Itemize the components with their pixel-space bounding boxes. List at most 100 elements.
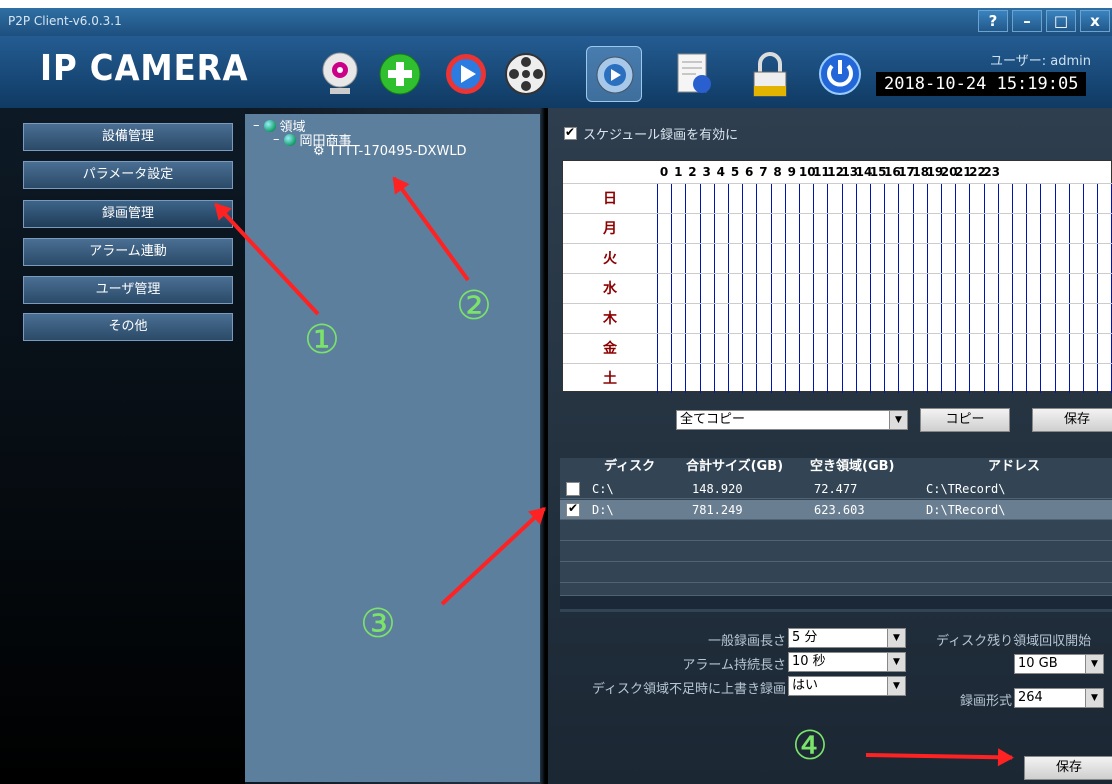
lock-icon[interactable] (742, 46, 798, 102)
day-label: 金 (563, 333, 657, 363)
day-label: 日 (563, 183, 657, 213)
chevron-down-icon: ▼ (887, 653, 905, 671)
help-button[interactable]: ? (978, 10, 1008, 32)
grid-vline (884, 183, 886, 393)
grid-vline (770, 183, 772, 393)
grid-vline (1054, 183, 1056, 393)
tree-device[interactable]: ⚙ TTTT-170495-DXWLD (313, 144, 467, 159)
table-row[interactable]: D:\ 781.249 623.603 D:\TRecord\ (560, 500, 1112, 520)
chevron-down-icon: ▼ (889, 411, 907, 429)
normal-length-select[interactable]: 5 分 ▼ (788, 628, 906, 648)
nav-alarm-linkage[interactable]: アラーム連動 (23, 238, 233, 266)
grid-vline (713, 183, 715, 393)
device-tree: – 領域 – 岡田商事 ⚙ TTTT-170495-DXWLD (245, 114, 540, 782)
disk-table: ディスク 合計サイズ(GB) 空き領域(GB) アドレス C:\ 148.920… (560, 458, 1112, 612)
chevron-down-icon: ▼ (1085, 689, 1103, 707)
film-reel-icon[interactable] (498, 46, 554, 102)
format-label: 録画形式 (959, 694, 1012, 709)
nav-user-management[interactable]: ユーザ管理 (23, 276, 233, 304)
nav-other[interactable]: その他 (23, 313, 233, 341)
grid-vline (685, 183, 687, 393)
table-row (560, 542, 1112, 562)
window-title: P2P Client-v6.0.3.1 (8, 14, 122, 28)
camera-device-icon: ⚙ (313, 144, 325, 159)
grid-vline (1012, 183, 1013, 393)
grid-vline (813, 183, 815, 393)
hour-label: 17 (898, 165, 915, 179)
add-icon[interactable] (372, 46, 428, 102)
hour-label: 0 (659, 165, 669, 179)
copy-select[interactable]: 全てコピー ▼ (676, 410, 908, 430)
grid-vline (898, 183, 900, 393)
grid-hline (657, 273, 1112, 274)
grid-vline (941, 183, 942, 393)
schedule-cells[interactable] (657, 183, 1112, 393)
schedule-enable[interactable]: スケジュール録画を有効に (564, 124, 738, 143)
datetime: 2018-10-24 15:19:05 (876, 72, 1087, 96)
overwrite-select[interactable]: はい ▼ (788, 676, 906, 696)
copy-button[interactable]: コピー (920, 408, 1010, 432)
nav-device-management[interactable]: 設備管理 (23, 123, 233, 151)
hour-label: 11 (813, 165, 830, 179)
alarm-length-select[interactable]: 10 秒 ▼ (788, 652, 906, 672)
grid-vline (671, 183, 673, 393)
power-icon[interactable] (812, 46, 868, 102)
disk-checkbox[interactable] (566, 482, 580, 496)
grid-vline (742, 183, 744, 393)
settings-save-button[interactable]: 保存 (1024, 756, 1112, 780)
hour-label: 2 (688, 165, 697, 179)
nav-parameter-settings[interactable]: パラメータ設定 (23, 161, 233, 189)
chevron-down-icon: ▼ (1085, 655, 1103, 673)
maximize-button[interactable]: □ (1046, 10, 1076, 32)
grid-hline (657, 303, 1112, 304)
hour-label: 18 (912, 165, 930, 179)
camera-icon[interactable] (312, 46, 368, 102)
grid-vline (912, 183, 914, 393)
user-label: ユーザー: admin (990, 54, 1091, 69)
horizontal-scrollbar[interactable] (560, 595, 1112, 609)
disk-checkbox[interactable] (566, 501, 580, 517)
schedule-enable-checkbox[interactable] (564, 125, 577, 140)
close-button[interactable]: x (1080, 10, 1110, 32)
reclaim-select[interactable]: 10 GB ▼ (1014, 654, 1104, 674)
log-icon[interactable] (666, 46, 722, 102)
hour-label: 13 (841, 165, 859, 179)
play-icon[interactable] (438, 46, 494, 102)
hour-label: 19 (926, 165, 944, 179)
hour-label: 15 (869, 165, 887, 179)
grid-vline (870, 183, 871, 393)
normal-length-label: 一般録画長さ (707, 634, 786, 649)
grid-vline (657, 183, 658, 393)
grid-vline (926, 183, 928, 393)
hour-label: 5 (730, 165, 740, 179)
grid-vline (1083, 183, 1084, 393)
table-row[interactable]: C:\ 148.920 72.477 C:\TRecord\ (560, 479, 1112, 499)
schedule-save-button[interactable]: 保存 (1032, 408, 1112, 432)
hour-label: 3 (702, 165, 711, 179)
day-label: 月 (563, 213, 657, 243)
settings-icon[interactable] (586, 46, 642, 102)
logo: IP CAMERA (40, 48, 249, 89)
grid-vline (728, 183, 729, 393)
grid-hline (657, 243, 1112, 244)
schedule-grid[interactable]: 0 1 2 3 4 5 6 7 8 9 10 11 12 13 14 15 16 17 18 19 20 21 22 23 日… (562, 160, 1112, 393)
grid-vline (699, 183, 701, 393)
hour-label: 20 (940, 165, 958, 179)
hour-label: 8 (773, 165, 782, 179)
hour-label: 10 (798, 165, 816, 179)
day-label: 土 (563, 363, 657, 393)
grid-vline (997, 183, 999, 393)
hour-label: 22 (969, 165, 986, 179)
minimize-button[interactable]: – (1012, 10, 1042, 32)
hour-label: 6 (745, 165, 754, 179)
annotation-number-2: ② (456, 283, 492, 329)
grid-vline (983, 183, 985, 393)
globe-icon (283, 133, 296, 146)
nav-recording-management[interactable]: 録画管理 (23, 200, 233, 228)
hour-label: 7 (759, 165, 768, 179)
chevron-down-icon: ▼ (887, 629, 905, 647)
format-select[interactable]: 264 ▼ (1014, 688, 1104, 708)
header: IP CAMERA ユーザー: admin 2018-10-24 15:19:0… (0, 36, 1112, 108)
col-disk: ディスク (604, 459, 656, 474)
day-label: 木 (563, 303, 657, 333)
